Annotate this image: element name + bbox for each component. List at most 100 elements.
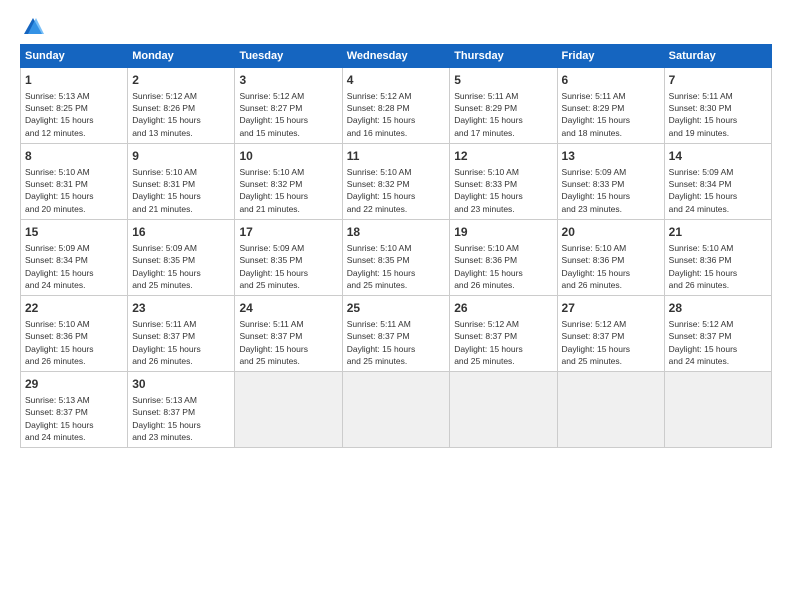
day-cell: 8Sunrise: 5:10 AM Sunset: 8:31 PM Daylig… [21, 144, 128, 220]
day-cell: 19Sunrise: 5:10 AM Sunset: 8:36 PM Dayli… [450, 220, 557, 296]
day-info: Sunrise: 5:11 AM Sunset: 8:30 PM Dayligh… [669, 90, 767, 139]
day-info: Sunrise: 5:10 AM Sunset: 8:36 PM Dayligh… [25, 318, 123, 367]
page: SundayMondayTuesdayWednesdayThursdayFrid… [0, 0, 792, 612]
day-number: 24 [239, 300, 337, 317]
day-info: Sunrise: 5:09 AM Sunset: 8:34 PM Dayligh… [669, 166, 767, 215]
day-number: 27 [562, 300, 660, 317]
header-row: SundayMondayTuesdayWednesdayThursdayFrid… [21, 45, 772, 68]
day-number: 7 [669, 72, 767, 89]
day-number: 9 [132, 148, 230, 165]
day-number: 6 [562, 72, 660, 89]
day-info: Sunrise: 5:09 AM Sunset: 8:33 PM Dayligh… [562, 166, 660, 215]
day-info: Sunrise: 5:10 AM Sunset: 8:31 PM Dayligh… [132, 166, 230, 215]
day-cell: 1Sunrise: 5:13 AM Sunset: 8:25 PM Daylig… [21, 68, 128, 144]
day-info: Sunrise: 5:10 AM Sunset: 8:32 PM Dayligh… [239, 166, 337, 215]
day-cell: 13Sunrise: 5:09 AM Sunset: 8:33 PM Dayli… [557, 144, 664, 220]
day-cell: 27Sunrise: 5:12 AM Sunset: 8:37 PM Dayli… [557, 296, 664, 372]
day-number: 12 [454, 148, 552, 165]
day-info: Sunrise: 5:13 AM Sunset: 8:37 PM Dayligh… [132, 394, 230, 443]
day-number: 4 [347, 72, 445, 89]
day-info: Sunrise: 5:11 AM Sunset: 8:37 PM Dayligh… [239, 318, 337, 367]
day-cell: 12Sunrise: 5:10 AM Sunset: 8:33 PM Dayli… [450, 144, 557, 220]
day-cell: 30Sunrise: 5:13 AM Sunset: 8:37 PM Dayli… [128, 372, 235, 448]
calendar-table: SundayMondayTuesdayWednesdayThursdayFrid… [20, 44, 772, 448]
day-number: 15 [25, 224, 123, 241]
day-number: 28 [669, 300, 767, 317]
day-number: 1 [25, 72, 123, 89]
day-number: 14 [669, 148, 767, 165]
day-cell: 10Sunrise: 5:10 AM Sunset: 8:32 PM Dayli… [235, 144, 342, 220]
day-number: 16 [132, 224, 230, 241]
day-cell: 3Sunrise: 5:12 AM Sunset: 8:27 PM Daylig… [235, 68, 342, 144]
day-cell: 2Sunrise: 5:12 AM Sunset: 8:26 PM Daylig… [128, 68, 235, 144]
day-info: Sunrise: 5:11 AM Sunset: 8:37 PM Dayligh… [132, 318, 230, 367]
day-number: 22 [25, 300, 123, 317]
day-number: 13 [562, 148, 660, 165]
day-number: 30 [132, 376, 230, 393]
day-number: 25 [347, 300, 445, 317]
day-cell [664, 372, 771, 448]
day-number: 5 [454, 72, 552, 89]
day-info: Sunrise: 5:09 AM Sunset: 8:34 PM Dayligh… [25, 242, 123, 291]
week-row-3: 15Sunrise: 5:09 AM Sunset: 8:34 PM Dayli… [21, 220, 772, 296]
day-cell: 28Sunrise: 5:12 AM Sunset: 8:37 PM Dayli… [664, 296, 771, 372]
day-number: 19 [454, 224, 552, 241]
day-cell: 21Sunrise: 5:10 AM Sunset: 8:36 PM Dayli… [664, 220, 771, 296]
day-cell [450, 372, 557, 448]
day-cell: 20Sunrise: 5:10 AM Sunset: 8:36 PM Dayli… [557, 220, 664, 296]
header-cell-saturday: Saturday [664, 45, 771, 68]
day-info: Sunrise: 5:12 AM Sunset: 8:26 PM Dayligh… [132, 90, 230, 139]
day-info: Sunrise: 5:12 AM Sunset: 8:37 PM Dayligh… [669, 318, 767, 367]
day-info: Sunrise: 5:10 AM Sunset: 8:36 PM Dayligh… [669, 242, 767, 291]
day-info: Sunrise: 5:10 AM Sunset: 8:31 PM Dayligh… [25, 166, 123, 215]
header-cell-sunday: Sunday [21, 45, 128, 68]
day-cell: 26Sunrise: 5:12 AM Sunset: 8:37 PM Dayli… [450, 296, 557, 372]
day-cell: 15Sunrise: 5:09 AM Sunset: 8:34 PM Dayli… [21, 220, 128, 296]
day-info: Sunrise: 5:11 AM Sunset: 8:29 PM Dayligh… [562, 90, 660, 139]
day-cell: 23Sunrise: 5:11 AM Sunset: 8:37 PM Dayli… [128, 296, 235, 372]
week-row-4: 22Sunrise: 5:10 AM Sunset: 8:36 PM Dayli… [21, 296, 772, 372]
day-info: Sunrise: 5:12 AM Sunset: 8:27 PM Dayligh… [239, 90, 337, 139]
calendar-body: 1Sunrise: 5:13 AM Sunset: 8:25 PM Daylig… [21, 68, 772, 448]
day-info: Sunrise: 5:11 AM Sunset: 8:37 PM Dayligh… [347, 318, 445, 367]
day-cell: 17Sunrise: 5:09 AM Sunset: 8:35 PM Dayli… [235, 220, 342, 296]
day-info: Sunrise: 5:12 AM Sunset: 8:28 PM Dayligh… [347, 90, 445, 139]
day-info: Sunrise: 5:10 AM Sunset: 8:33 PM Dayligh… [454, 166, 552, 215]
day-number: 26 [454, 300, 552, 317]
day-number: 17 [239, 224, 337, 241]
header-cell-monday: Monday [128, 45, 235, 68]
logo-icon [22, 16, 44, 38]
day-number: 18 [347, 224, 445, 241]
day-number: 11 [347, 148, 445, 165]
day-info: Sunrise: 5:10 AM Sunset: 8:35 PM Dayligh… [347, 242, 445, 291]
day-number: 21 [669, 224, 767, 241]
week-row-2: 8Sunrise: 5:10 AM Sunset: 8:31 PM Daylig… [21, 144, 772, 220]
header-cell-thursday: Thursday [450, 45, 557, 68]
day-cell: 18Sunrise: 5:10 AM Sunset: 8:35 PM Dayli… [342, 220, 449, 296]
day-cell: 7Sunrise: 5:11 AM Sunset: 8:30 PM Daylig… [664, 68, 771, 144]
day-cell: 6Sunrise: 5:11 AM Sunset: 8:29 PM Daylig… [557, 68, 664, 144]
week-row-5: 29Sunrise: 5:13 AM Sunset: 8:37 PM Dayli… [21, 372, 772, 448]
day-info: Sunrise: 5:13 AM Sunset: 8:37 PM Dayligh… [25, 394, 123, 443]
calendar-header: SundayMondayTuesdayWednesdayThursdayFrid… [21, 45, 772, 68]
day-cell [342, 372, 449, 448]
day-number: 3 [239, 72, 337, 89]
day-info: Sunrise: 5:10 AM Sunset: 8:32 PM Dayligh… [347, 166, 445, 215]
day-info: Sunrise: 5:11 AM Sunset: 8:29 PM Dayligh… [454, 90, 552, 139]
day-cell: 29Sunrise: 5:13 AM Sunset: 8:37 PM Dayli… [21, 372, 128, 448]
logo [20, 16, 44, 34]
header-cell-tuesday: Tuesday [235, 45, 342, 68]
day-cell: 4Sunrise: 5:12 AM Sunset: 8:28 PM Daylig… [342, 68, 449, 144]
day-info: Sunrise: 5:12 AM Sunset: 8:37 PM Dayligh… [562, 318, 660, 367]
day-info: Sunrise: 5:09 AM Sunset: 8:35 PM Dayligh… [132, 242, 230, 291]
day-info: Sunrise: 5:12 AM Sunset: 8:37 PM Dayligh… [454, 318, 552, 367]
day-number: 29 [25, 376, 123, 393]
day-cell: 25Sunrise: 5:11 AM Sunset: 8:37 PM Dayli… [342, 296, 449, 372]
week-row-1: 1Sunrise: 5:13 AM Sunset: 8:25 PM Daylig… [21, 68, 772, 144]
header [20, 16, 772, 34]
day-info: Sunrise: 5:09 AM Sunset: 8:35 PM Dayligh… [239, 242, 337, 291]
day-info: Sunrise: 5:10 AM Sunset: 8:36 PM Dayligh… [454, 242, 552, 291]
day-number: 8 [25, 148, 123, 165]
day-number: 2 [132, 72, 230, 89]
header-cell-friday: Friday [557, 45, 664, 68]
